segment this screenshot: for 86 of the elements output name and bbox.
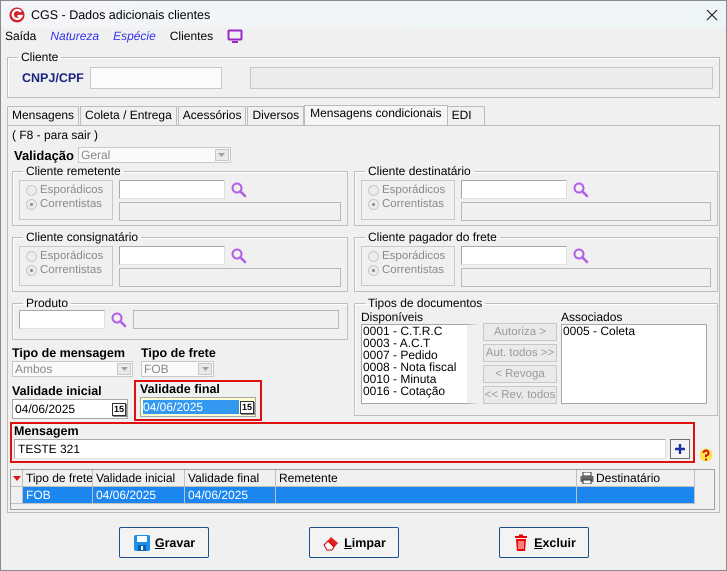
table-cell[interactable]: 04/06/2025 <box>185 487 276 504</box>
add-button[interactable] <box>670 439 690 459</box>
message-field[interactable]: TESTE 321 <box>14 439 666 459</box>
group-title: Produto <box>25 296 70 310</box>
input-field[interactable] <box>461 180 567 199</box>
field-label: Mensagem <box>14 424 80 439</box>
group-title: Tipos de documentos <box>367 296 484 310</box>
radio-label: Esporádicos <box>40 184 104 196</box>
table-cell[interactable] <box>276 487 577 504</box>
list-box[interactable]: 0001 - C.T.R.C 0003 - A.C.T 0007 - Pedido 0008 - Nota fiscal 0010 - Minuta 0016 - Cotação <box>361 324 479 404</box>
search-icon[interactable] <box>573 248 589 264</box>
column-header[interactable]: Validade inicial <box>93 470 185 487</box>
group-title: Cliente pagador do frete <box>367 230 498 244</box>
list-item[interactable]: 0007 - Pedido <box>363 349 467 361</box>
delete-button[interactable]: Excluir <box>499 527 589 558</box>
field-label: Validação <box>14 148 74 162</box>
tab[interactable]: Diversos <box>247 106 304 125</box>
table-cell[interactable] <box>577 487 695 504</box>
list-label: Associados <box>561 310 624 324</box>
close-icon[interactable] <box>706 8 718 20</box>
input-field[interactable] <box>19 310 105 329</box>
search-icon[interactable] <box>231 248 247 264</box>
group-title: Cliente consignatário <box>25 230 140 244</box>
field-label: Tipo de frete <box>141 346 216 361</box>
column-header[interactable]: Remetente <box>276 470 577 487</box>
tab[interactable]: Coleta / Entrega <box>80 106 177 125</box>
app-logo-icon <box>9 6 25 22</box>
radio-label: Esporádicos <box>382 250 446 262</box>
calendar-button[interactable]: 15 <box>112 402 126 416</box>
radio-label: Correntistas <box>40 198 102 210</box>
field-label: CNPJ/CPF <box>22 71 84 85</box>
list-item[interactable]: 0001 - C.T.R.C <box>363 325 467 337</box>
column-title: Destinatário <box>596 470 660 486</box>
list-item[interactable]: 0010 - Minuta <box>363 373 467 385</box>
help-icon[interactable] <box>699 447 713 463</box>
list-box[interactable]: 0005 - Coleta <box>561 324 707 404</box>
input-field[interactable] <box>250 67 713 89</box>
tab[interactable]: Acessórios <box>178 106 246 125</box>
list-item[interactable]: 0016 - Cotação <box>363 385 467 397</box>
date-field[interactable]: 04/06/2025 15 <box>140 397 256 417</box>
date-field[interactable]: 04/06/2025 15 <box>12 399 128 419</box>
field-label: Validade final <box>140 382 221 397</box>
window-title: CGS - Dados adicionais clientes <box>31 8 212 22</box>
save-button[interactable]: Gravar <box>119 527 209 558</box>
menu-item[interactable]: Espécie <box>113 29 156 43</box>
field-label: Validade inicial <box>12 384 103 399</box>
list-item[interactable]: 0003 - A.C.T <box>363 337 467 349</box>
radio-label: Correntistas <box>382 198 444 210</box>
group-title: Cliente <box>20 50 60 64</box>
menu-item[interactable]: Natureza <box>50 29 100 43</box>
search-icon[interactable] <box>111 312 127 328</box>
input-field[interactable] <box>461 246 567 265</box>
group-title: Cliente destinatário <box>367 164 472 178</box>
search-icon[interactable] <box>573 182 589 198</box>
column-header[interactable]: Validade final <box>185 470 276 487</box>
plus-icon <box>675 444 685 454</box>
calendar-button[interactable]: 15 <box>240 400 254 414</box>
tab[interactable]: Mensagens condicionais <box>304 105 448 125</box>
caret-icon <box>202 367 208 371</box>
caret-icon <box>120 367 128 371</box>
menu-item[interactable]: Saída <box>5 29 36 43</box>
input-field[interactable] <box>90 67 222 89</box>
tab[interactable]: Mensagens <box>7 106 80 125</box>
input-field[interactable] <box>119 246 225 265</box>
list-label: Disponíveis <box>361 310 424 324</box>
radio-label: Esporádicos <box>40 250 104 262</box>
clear-button[interactable]: Limpar <box>309 527 399 558</box>
list-item[interactable]: 0008 - Nota fiscal <box>363 361 467 373</box>
table-cell[interactable]: 04/06/2025 <box>93 487 185 504</box>
monitor-icon[interactable] <box>227 29 244 43</box>
input-field[interactable] <box>119 180 225 199</box>
search-icon[interactable] <box>231 182 247 198</box>
field-label: Tipo de mensagem <box>12 346 126 361</box>
tab[interactable]: EDI <box>446 106 485 125</box>
table-cell[interactable]: FOB <box>23 487 93 504</box>
caret-icon <box>218 153 226 157</box>
sort-indicator-icon <box>12 476 20 480</box>
radio-label: Esporádicos <box>382 184 446 196</box>
hint-text: ( F8 - para sair ) <box>12 128 100 142</box>
group-title: Cliente remetente <box>25 164 122 178</box>
radio-label: Correntistas <box>40 264 102 276</box>
list-item[interactable]: 0005 - Coleta <box>563 325 706 337</box>
menu-item[interactable]: Clientes <box>170 29 214 43</box>
column-header[interactable]: Destinatário <box>577 470 695 487</box>
printer-icon <box>580 472 594 484</box>
radio-label: Correntistas <box>382 264 444 276</box>
